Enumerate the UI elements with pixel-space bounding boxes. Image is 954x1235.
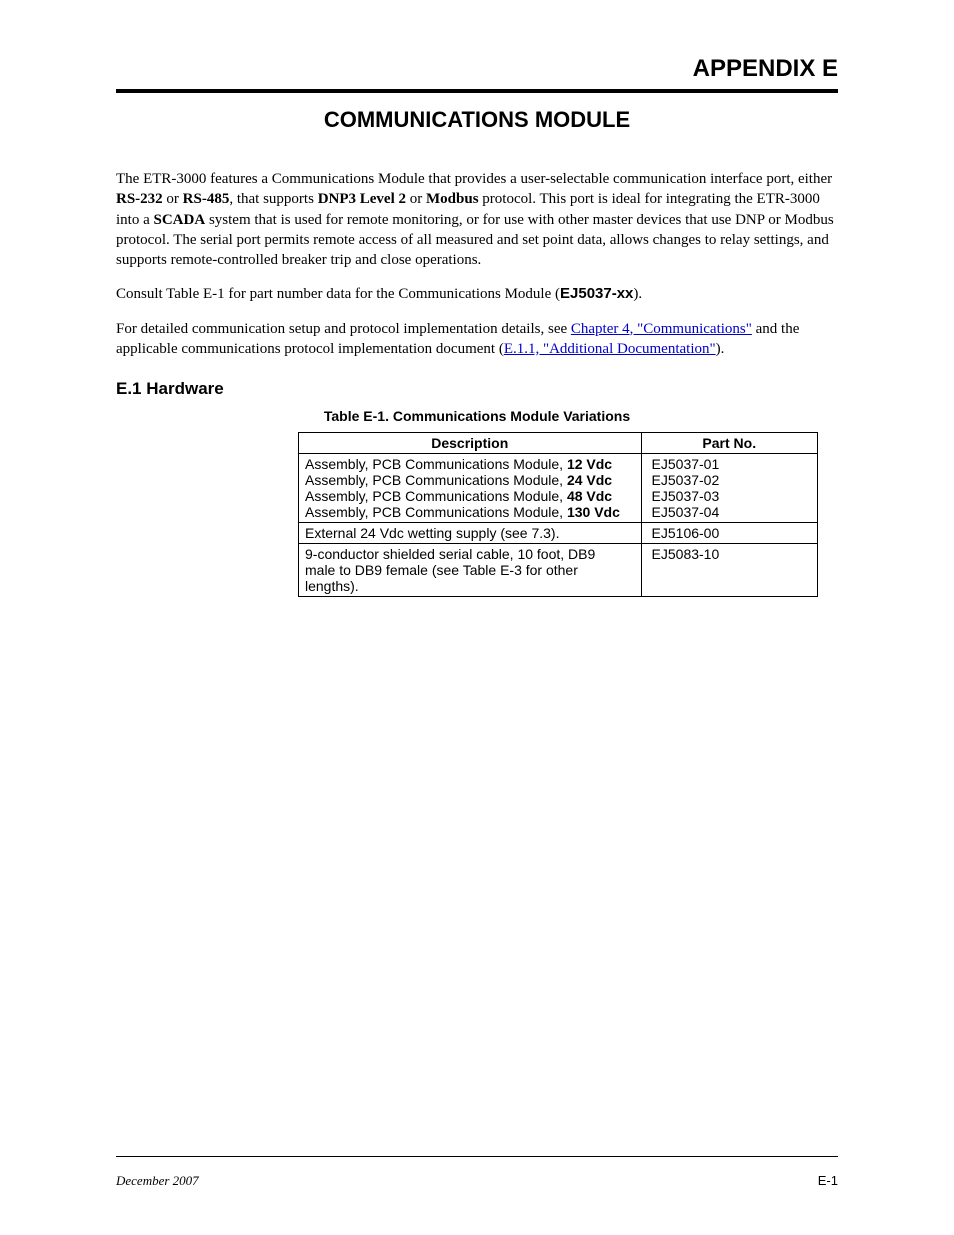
voltage-label: 24 Vdc [567, 472, 612, 488]
rs485-label: RS-485 [183, 191, 230, 207]
text: The ETR-3000 features a Communications M… [116, 171, 832, 187]
intro-paragraph-2: Consult Table E-1 for part number data f… [116, 284, 838, 304]
document-page: APPENDIX E COMMUNICATIONS MODULE The ETR… [0, 0, 954, 1235]
page-footer: December 2007 E-1 [116, 1173, 838, 1189]
scada-label: SCADA [154, 212, 206, 228]
table-row: 9-conductor shielded serial cable, 10 fo… [299, 543, 818, 596]
cross-ref-link-chapter4[interactable]: Chapter 4, "Communications" [571, 321, 752, 337]
text: or [163, 191, 183, 207]
table-row: External 24 Vdc wetting supply (see 7.3)… [299, 522, 818, 543]
cell-partno: EJ5083-10 [641, 543, 817, 596]
text: For detailed communication setup and pro… [116, 321, 571, 337]
col-header-partno: Part No. [641, 432, 817, 453]
appendix-label: APPENDIX E [116, 55, 838, 83]
text: , that supports [229, 191, 317, 207]
cross-ref-link-e11[interactable]: E.1.1, "Additional Documentation" [504, 341, 716, 357]
text: male to DB9 female (see Table E-3 for ot… [305, 562, 635, 578]
text: Assembly, PCB Communications Module, [305, 456, 567, 472]
voltage-label: 130 Vdc [567, 504, 620, 520]
table-caption: Table E-1. Communications Module Variati… [324, 408, 630, 424]
part-number: EJ5037-04 [652, 504, 811, 520]
table-row: Assembly, PCB Communications Module, 12 … [299, 453, 818, 522]
level2-label: Level 2 [356, 191, 406, 207]
title-rule [116, 89, 838, 93]
text: or [406, 191, 426, 207]
rs232-label: RS-232 [116, 191, 163, 207]
footer-date: December 2007 [116, 1173, 199, 1189]
table-caption-wrap: Table E-1. Communications Module Variati… [116, 407, 838, 426]
footer-page-number: E-1 [818, 1173, 838, 1189]
text: Assembly, PCB Communications Module, [305, 504, 567, 520]
text: Assembly, PCB Communications Module, [305, 488, 567, 504]
footer-rule [116, 1156, 838, 1157]
hardware-heading: E.1 Hardware [116, 379, 838, 399]
intro-section: The ETR-3000 features a Communications M… [116, 169, 838, 359]
cell-description: 9-conductor shielded serial cable, 10 fo… [299, 543, 642, 596]
part-number: EJ5037-02 [652, 472, 811, 488]
cell-partno: EJ5106-00 [641, 522, 817, 543]
text: system that is used for remote monitorin… [116, 212, 834, 269]
text: ). [716, 341, 725, 357]
text: Assembly, PCB Communications Module, [305, 472, 567, 488]
col-header-description: Description [299, 432, 642, 453]
parts-table-wrap: Description Part No. Assembly, PCB Commu… [298, 432, 818, 597]
cell-description: Assembly, PCB Communications Module, 12 … [299, 453, 642, 522]
text: Consult Table E-1 for part number data f… [116, 286, 560, 302]
voltage-label: 12 Vdc [567, 456, 612, 472]
part-number: EJ5037-01 [652, 456, 811, 472]
parts-table: Description Part No. Assembly, PCB Commu… [298, 432, 818, 597]
text: ). [633, 286, 642, 302]
modbus-label: Modbus [426, 191, 479, 207]
intro-paragraph-1: The ETR-3000 features a Communications M… [116, 169, 838, 270]
cell-description: External 24 Vdc wetting supply (see 7.3)… [299, 522, 642, 543]
voltage-label: 48 Vdc [567, 488, 612, 504]
text: lengths). [305, 578, 635, 594]
intro-paragraph-3: For detailed communication setup and pro… [116, 319, 838, 360]
text: 9-conductor shielded serial cable, 10 fo… [305, 546, 635, 562]
dnp3-label: DNP3 [318, 191, 356, 207]
page-title: COMMUNICATIONS MODULE [116, 107, 838, 133]
part-number-pattern: EJ5037-xx [560, 285, 633, 302]
table-header-row: Description Part No. [299, 432, 818, 453]
cell-partno: EJ5037-01 EJ5037-02 EJ5037-03 EJ5037-04 [641, 453, 817, 522]
part-number: EJ5037-03 [652, 488, 811, 504]
